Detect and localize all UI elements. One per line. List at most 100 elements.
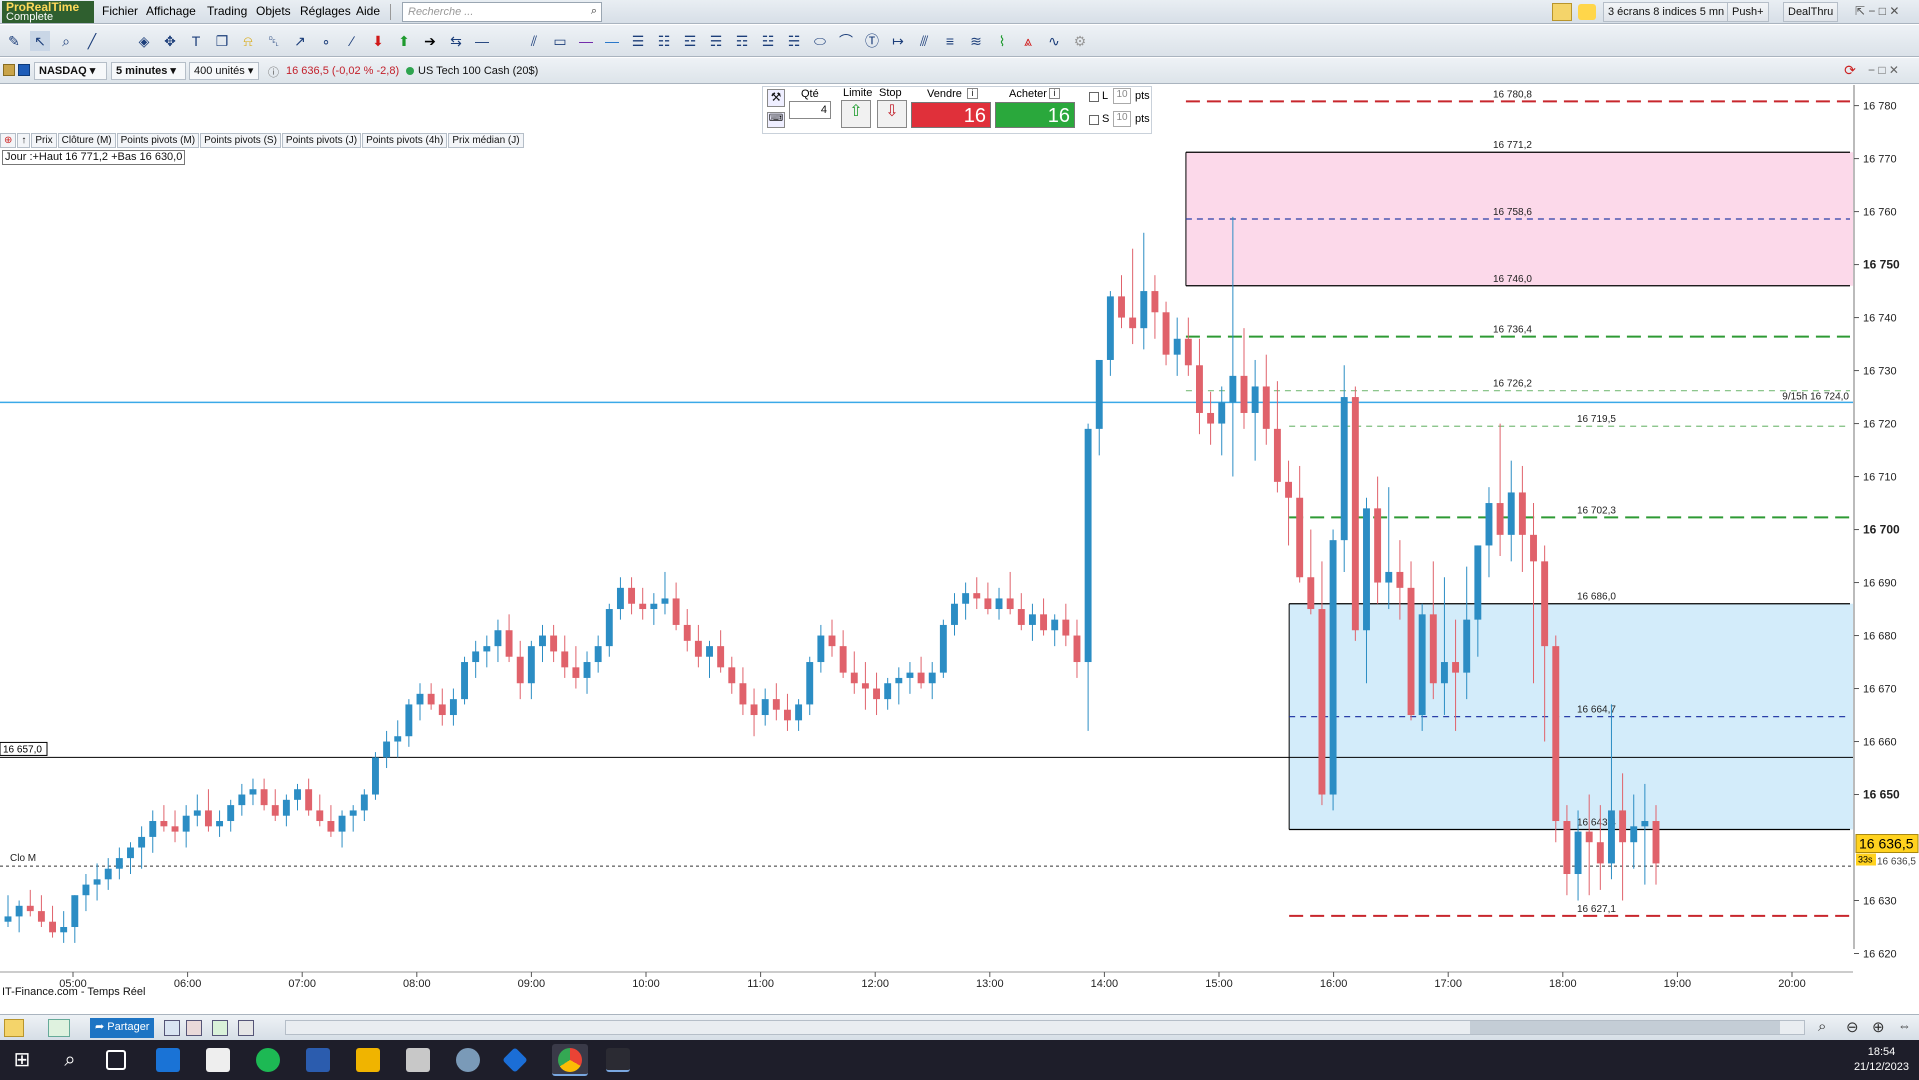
zigzag-icon[interactable]: ⌇ — [992, 31, 1012, 51]
gann-icon[interactable]: ☶ — [732, 31, 752, 51]
menu-reglages[interactable]: Réglages — [300, 4, 351, 18]
info-icon[interactable]: ⓘ — [268, 64, 279, 80]
workspace-selector[interactable]: 3 écrans 8 indices 5 mn — [1603, 2, 1730, 22]
indicator-pivots-4h[interactable]: Points pivots (4h) — [362, 133, 448, 148]
chart-window-controls[interactable]: − □ ✕ — [1868, 63, 1899, 77]
polyline-icon[interactable]: ⌒ — [836, 31, 856, 51]
indicator-pivots-m[interactable]: Points pivots (M) — [116, 133, 200, 148]
remove-indicator-icon[interactable]: ⊕ — [0, 133, 17, 148]
regression-icon[interactable]: ≡ — [940, 31, 960, 51]
menu-affichage[interactable]: Affichage — [146, 4, 196, 18]
zoom-out-icon[interactable]: ⊖ — [1846, 1018, 1859, 1036]
scrollbar-thumb[interactable] — [1470, 1021, 1780, 1034]
wrench-icon[interactable]: ⚒ — [767, 89, 785, 107]
cycle-icon[interactable]: ☵ — [784, 31, 804, 51]
ellipse-icon[interactable]: ⬭ — [810, 31, 830, 51]
buy-button[interactable]: 16 637,0 — [995, 102, 1075, 153]
spotify-icon[interactable] — [256, 1048, 280, 1072]
draw-tool-icon[interactable] — [1552, 3, 1572, 21]
arrow-line-icon[interactable]: ↗ — [290, 31, 310, 51]
arrow-down-icon[interactable]: ⬇ — [368, 31, 388, 51]
app-bird-icon[interactable] — [456, 1048, 480, 1072]
ruler-icon[interactable]: ╱ — [82, 31, 102, 51]
levels-icon[interactable]: ☴ — [706, 31, 726, 51]
app-diamond-icon[interactable] — [502, 1047, 528, 1073]
pitchfork-icon[interactable]: ☳ — [758, 31, 778, 51]
share-button[interactable]: ➦ Partager — [90, 1018, 155, 1038]
zoom-in-icon[interactable]: ⊕ — [1872, 1018, 1885, 1036]
projection-icon[interactable]: ≋ — [966, 31, 986, 51]
menu-trading[interactable]: Trading — [207, 4, 247, 18]
word-icon[interactable] — [306, 1048, 330, 1072]
measure-icon[interactable]: ↦ — [888, 31, 908, 51]
keyboard-icon[interactable]: ⌨ — [767, 112, 785, 128]
add-indicator-icon[interactable]: ↑ — [17, 133, 31, 148]
segment-icon[interactable]: ∘ — [316, 31, 336, 51]
price-chart[interactable]: 9/15h 16 724,0 16 657,0 Clo M 16 780,8 16 77… — [0, 85, 1919, 999]
prorealtime-taskbar-icon[interactable] — [606, 1048, 630, 1072]
arrow-right-icon[interactable]: ➔ — [420, 31, 440, 51]
move-icon[interactable]: ✥ — [160, 31, 180, 51]
refresh-icon[interactable]: ⟳ — [1840, 62, 1860, 80]
copy-icon[interactable]: ❐ — [212, 31, 232, 51]
window-controls[interactable]: ⇱ − □ ✕ — [1855, 4, 1899, 18]
window-icon[interactable] — [238, 1020, 254, 1036]
pattern-icon[interactable]: ⩓ — [1018, 31, 1038, 51]
limit-order-button[interactable]: ⇧ — [841, 100, 871, 128]
pencil-icon[interactable]: ✎ — [4, 31, 24, 51]
push-button[interactable]: Push+ — [1727, 2, 1769, 22]
measure-ruler-icon[interactable]: ⫻ — [914, 31, 934, 51]
units-selector[interactable]: 400 unités ▾ — [189, 62, 259, 80]
settings-gear-icon[interactable]: ⚙ — [1070, 31, 1090, 51]
buy-info-icon[interactable]: i — [1049, 88, 1060, 99]
wave-icon[interactable]: ∿ — [1044, 31, 1064, 51]
chart-type-icon[interactable] — [48, 1019, 70, 1037]
sell-button[interactable]: 16 636,0 — [911, 102, 991, 153]
text-box-icon[interactable]: Ⓣ — [862, 31, 882, 51]
eraser-icon[interactable]: ◈ — [134, 31, 154, 51]
dealthru-button[interactable]: DealThru — [1783, 2, 1839, 22]
indicator-pivots-j[interactable]: Points pivots (J) — [281, 133, 362, 148]
trash-icon[interactable]: ␡ — [264, 31, 284, 51]
channel-icon[interactable]: ⫽ — [524, 31, 544, 51]
indicator-prix-median[interactable]: Prix médian (J) — [448, 133, 524, 148]
draw-mode-icon[interactable] — [4, 1019, 24, 1037]
stop-order-button[interactable]: ⇩ — [877, 100, 907, 128]
store-icon[interactable] — [156, 1048, 180, 1072]
indicator-cloture[interactable]: Clôture (M) — [57, 133, 116, 148]
trend-line-icon[interactable]: ∕ — [342, 31, 362, 51]
menu-aide[interactable]: Aide — [356, 4, 380, 18]
market-selector[interactable]: NASDAQ ▾ — [34, 62, 107, 80]
purple-line-icon[interactable]: ― — [576, 31, 596, 51]
search-input[interactable]: Recherche ... ⌕ — [402, 2, 602, 22]
fibonacci-icon[interactable]: ☰ — [628, 31, 648, 51]
menu-objets[interactable]: Objets — [256, 4, 291, 18]
text-icon[interactable]: T — [186, 31, 206, 51]
menu-fichier[interactable]: Fichier — [102, 4, 138, 18]
s-points-input[interactable]: 10 — [1113, 111, 1131, 127]
l-points-input[interactable]: 10 — [1113, 88, 1131, 104]
zoom-reset-icon[interactable]: ⌕ — [1818, 1018, 1826, 1035]
chart-area[interactable]: 9/15h 16 724,0 16 657,0 Clo M 16 780,8 16 77… — [0, 85, 1919, 999]
qty-input[interactable]: 4 — [789, 101, 831, 119]
alert-bell-icon[interactable]: ⍾ — [238, 31, 258, 51]
chrome-icon[interactable] — [558, 1048, 582, 1072]
fib-fan-icon[interactable]: ☷ — [654, 31, 674, 51]
zoom-icon[interactable]: ⌕ — [56, 31, 76, 51]
folder-white-icon[interactable] — [206, 1048, 230, 1072]
indicator-pivots-s[interactable]: Points pivots (S) — [200, 133, 281, 148]
calculator-icon[interactable] — [406, 1048, 430, 1072]
cursor-icon[interactable]: ↖ — [30, 31, 50, 51]
stop-checkbox[interactable] — [1089, 115, 1099, 125]
arrow-up-icon[interactable]: ⬆ — [394, 31, 414, 51]
export-icon[interactable] — [164, 1020, 180, 1036]
limit-checkbox[interactable] — [1089, 92, 1099, 102]
notification-icon[interactable] — [1578, 4, 1596, 20]
windows-start-icon[interactable]: ⊞ — [10, 1048, 34, 1072]
blue-line-icon[interactable]: ― — [602, 31, 622, 51]
horizontal-ray-icon[interactable]: ⇆ — [446, 31, 466, 51]
link-icon[interactable] — [18, 64, 30, 76]
retracement-icon[interactable]: ☲ — [680, 31, 700, 51]
lock-icon[interactable] — [3, 64, 15, 76]
layout-icon[interactable] — [212, 1020, 228, 1036]
